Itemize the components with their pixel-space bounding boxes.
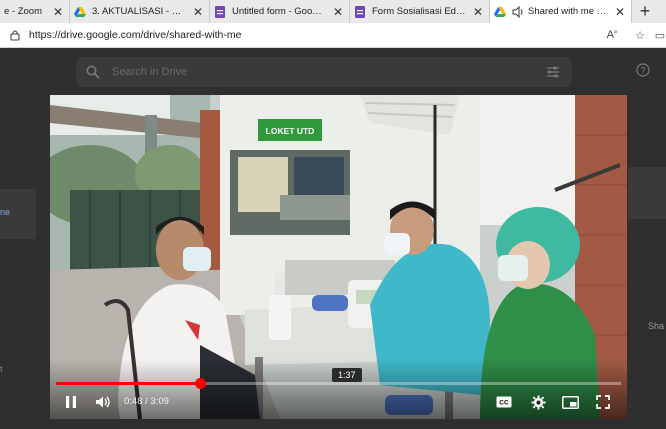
right-panel-fragment: [628, 167, 666, 219]
time-display: 0:48 / 3:09: [124, 396, 169, 407]
captions-button[interactable]: CC: [493, 393, 515, 411]
close-icon[interactable]: ✕: [331, 5, 345, 19]
google-forms-icon: [355, 5, 365, 18]
help-icon[interactable]: ?: [636, 63, 650, 77]
read-aloud-icon[interactable]: A»: [598, 29, 626, 41]
collections-icon[interactable]: ▭: [654, 29, 666, 42]
close-icon[interactable]: ✕: [191, 5, 205, 19]
google-drive-icon: [494, 6, 506, 17]
close-icon[interactable]: ✕: [471, 5, 485, 19]
new-tab-button[interactable]: +: [632, 0, 658, 23]
close-icon[interactable]: ✕: [51, 5, 65, 19]
closed-captions-icon: CC: [496, 396, 512, 408]
close-icon[interactable]: ✕: [613, 5, 627, 19]
tab-aktualisasi[interactable]: 3. AKTUALISASI - Google ✕: [70, 0, 210, 23]
fullscreen-button[interactable]: [592, 393, 614, 411]
progress-played: [56, 382, 200, 385]
gear-icon: [530, 394, 546, 410]
tab-strip: e - Zoom ✕ 3. AKTUALISASI - Google ✕ Unt…: [0, 0, 666, 23]
lock-icon[interactable]: [9, 29, 21, 41]
progress-bar[interactable]: [56, 378, 621, 389]
google-forms-icon: [215, 5, 225, 18]
volume-button[interactable]: [92, 393, 114, 411]
tab-label: 3. AKTUALISASI - Google: [92, 6, 187, 17]
speaker-icon[interactable]: [512, 5, 524, 18]
tab-form-sosialisasi[interactable]: Form Sosialisasi Edukasi D ✕: [350, 0, 490, 23]
video-player[interactable]: LOKET UTD 1:37 0:48 / 3:09 CC: [50, 95, 627, 419]
tab-zoom[interactable]: e - Zoom ✕: [0, 0, 70, 23]
search-icon[interactable]: [86, 65, 100, 79]
miniplayer-icon: [561, 395, 579, 409]
tab-shared-with-me[interactable]: Shared with me - Go ✕: [490, 0, 632, 23]
miniplayer-button[interactable]: [559, 393, 581, 411]
favorite-star-icon[interactable]: ☆: [626, 29, 654, 42]
address-bar: https://drive.google.com/drive/shared-wi…: [0, 23, 666, 48]
tab-label: Untitled form - Google Fo: [232, 6, 327, 17]
pause-icon: [66, 396, 76, 408]
settings-button[interactable]: [527, 393, 549, 411]
tab-label: Form Sosialisasi Edukasi D: [372, 6, 467, 17]
drive-search-bar[interactable]: Search in Drive: [76, 57, 572, 87]
volume-icon: [96, 396, 110, 408]
scrubber-handle[interactable]: [194, 378, 206, 389]
search-placeholder: Search in Drive: [112, 66, 188, 78]
svg-text:?: ?: [640, 66, 645, 76]
fullscreen-icon: [596, 395, 610, 409]
tab-label: Shared with me - Go: [528, 6, 609, 17]
sidebar-fragment-text: ne: [0, 207, 11, 217]
google-drive-icon: [74, 6, 86, 17]
filter-options-icon[interactable]: [546, 65, 560, 79]
svg-text:CC: CC: [499, 400, 509, 407]
tab-label: e - Zoom: [4, 6, 43, 17]
sidebar-fragment-text: t: [0, 364, 3, 374]
current-time: 0:48: [124, 396, 143, 407]
loket-utd-sign: LOKET UTD: [266, 126, 315, 136]
column-fragment-text: Sha: [648, 321, 665, 331]
url-field[interactable]: https://drive.google.com/drive/shared-wi…: [29, 29, 598, 41]
pause-button[interactable]: [60, 393, 82, 411]
seek-preview-time: 1:37: [332, 368, 362, 382]
duration: 3:09: [150, 396, 169, 407]
tab-untitled-form[interactable]: Untitled form - Google Fo ✕: [210, 0, 350, 23]
